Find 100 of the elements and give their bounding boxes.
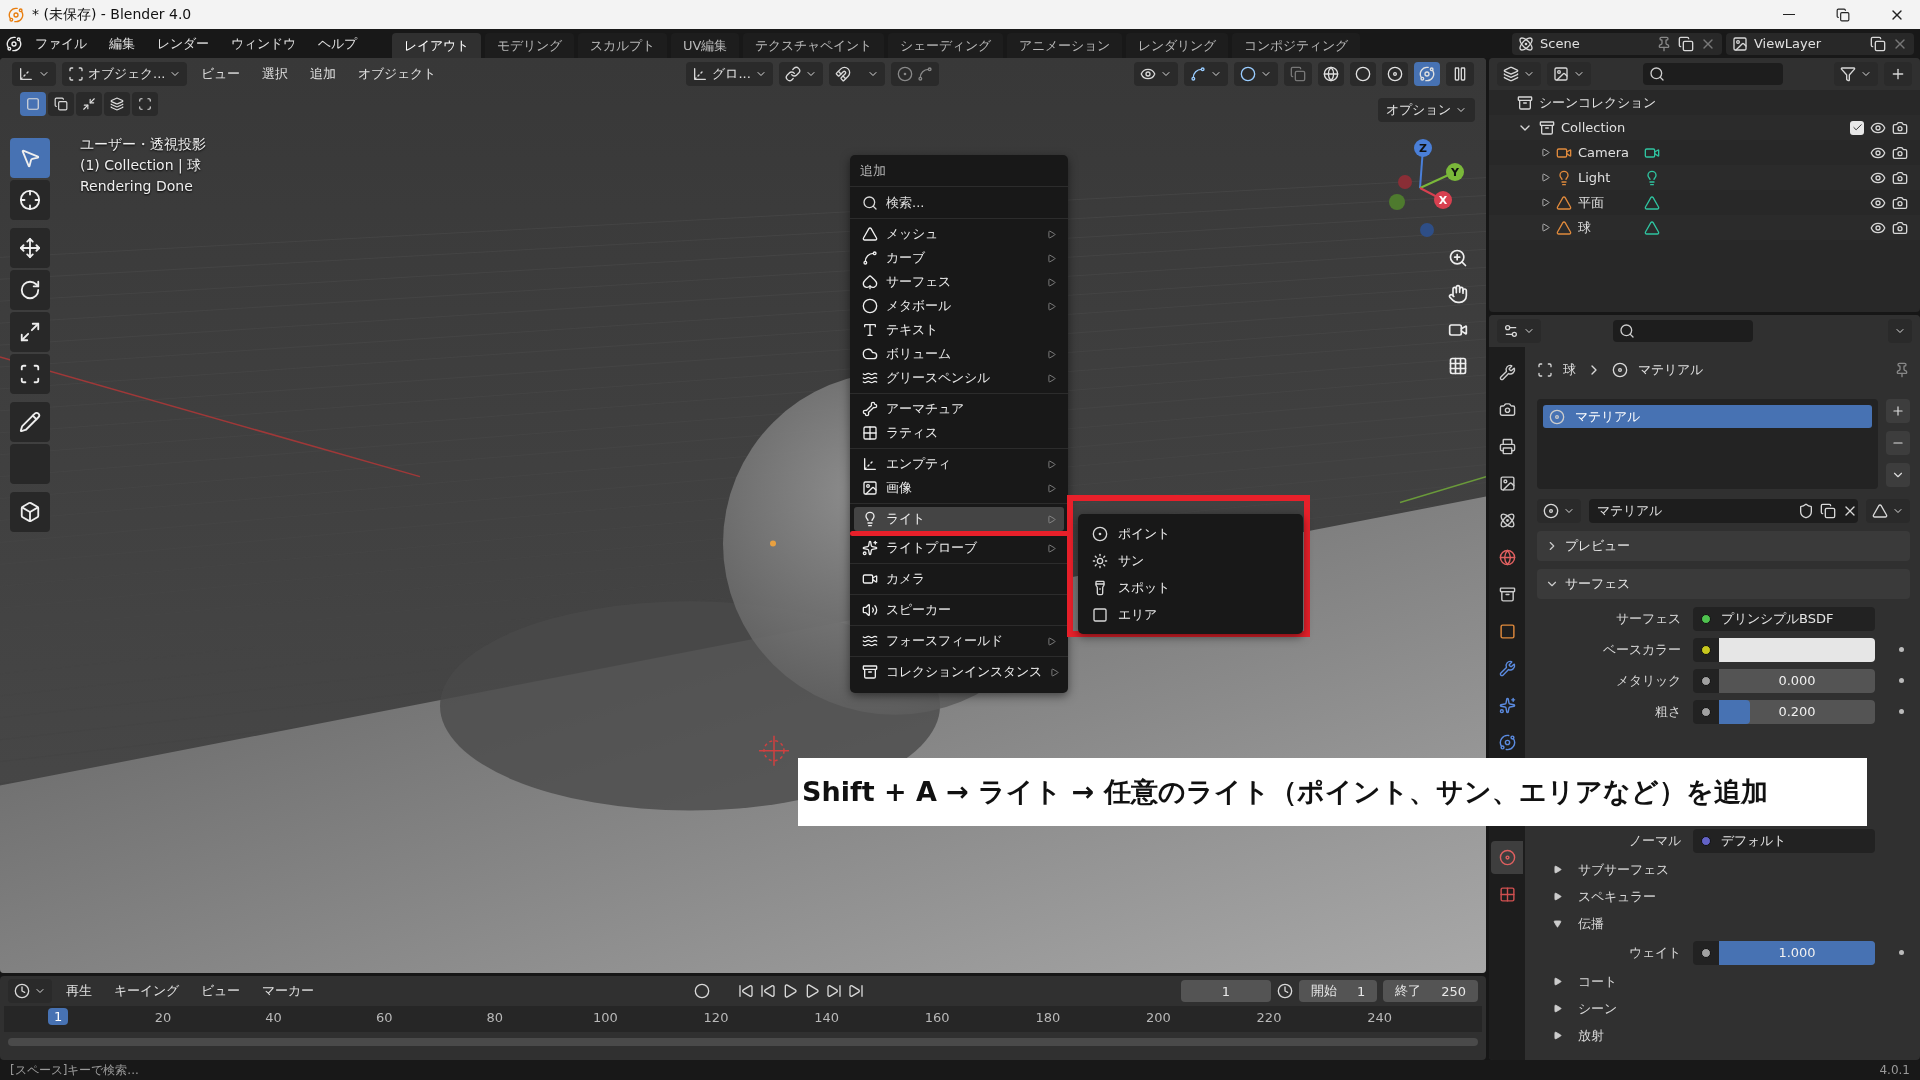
breadcrumb-item: マテリアル [1638, 361, 1703, 379]
menu-item[interactable]: メタボール [854, 294, 1064, 318]
viewport-info-text: (1) Collection | 球 [80, 157, 203, 175]
tree-item[interactable]: シーンコレクション [1539, 93, 1656, 112]
frame-tick-label: 100 [593, 1010, 618, 1025]
frame-tick-label: 40 [265, 1010, 282, 1025]
timeline-menu[interactable]: マーカー [254, 982, 322, 1000]
menu-item[interactable]: ボリューム [854, 342, 1064, 366]
frame-tick-label: 200 [1146, 1010, 1171, 1025]
menu-item[interactable]: グリースペンシル [854, 366, 1064, 390]
timeline-menu[interactable]: キーイング [106, 982, 187, 1000]
menu-item[interactable]: スピーカー [854, 598, 1064, 622]
menu-item[interactable]: レンダー [148, 34, 218, 53]
slider-field[interactable]: 1.000 [1693, 940, 1875, 965]
tree-item[interactable]: Light [1578, 170, 1638, 185]
timeline-menu[interactable]: ビュー [193, 982, 248, 1000]
property-label: 粗さ [1654, 702, 1681, 721]
menu-item[interactable]: フォースフィールド [854, 629, 1064, 653]
menu-search-field[interactable]: 検索... [850, 187, 1068, 219]
panel-header[interactable]: サーフェス [1537, 569, 1910, 599]
frame-tick-label: 240 [1367, 1010, 1392, 1025]
material-name-field[interactable]: マテリアル [1589, 499, 1858, 523]
menu-item[interactable]: 編集 [100, 34, 144, 53]
tree-item[interactable]: Camera [1578, 145, 1638, 160]
property-label: ノーマル [1628, 831, 1681, 850]
orientation-dropdown[interactable]: グロ... [686, 62, 773, 86]
menu-item[interactable]: エンプティ [854, 452, 1064, 476]
viewport-menu[interactable]: ビュー [193, 65, 249, 83]
workspace-tab[interactable]: レンダリング [1126, 33, 1229, 58]
menu-item[interactable]: ファイル [26, 34, 96, 53]
menu-item[interactable]: カメラ [854, 567, 1064, 591]
playhead[interactable]: 1 [48, 1008, 69, 1025]
timeline-menu[interactable]: 再生 [58, 982, 100, 1000]
menu-item[interactable]: カーブ [854, 246, 1064, 270]
panel-header[interactable]: プレビュー [1537, 531, 1910, 561]
menu-item[interactable]: メッシュ [854, 222, 1064, 246]
axis-gizmo[interactable]: Z Y X [1375, 138, 1465, 238]
menu-item[interactable]: ヘルプ [309, 34, 366, 53]
menu-item[interactable]: エリア [1082, 601, 1299, 628]
workspace-tab[interactable]: コンポジティング [1232, 33, 1361, 58]
start-frame-field[interactable]: 開始 1 [1298, 980, 1378, 1002]
frame-tick-label: 120 [703, 1010, 729, 1025]
menu-item[interactable]: ポイント [1082, 520, 1299, 547]
socket-field[interactable]: デフォルト [1693, 828, 1875, 853]
workspace-tab[interactable]: レイアウト [392, 33, 481, 58]
caption-text: Shift + A → ライト → 任意のライト（ポイント、サン、エリアなど）を追加 [798, 758, 1867, 826]
workspace-tab[interactable]: アニメーション [1007, 33, 1123, 58]
subpanel-header[interactable]: 放射 [1537, 1022, 1910, 1049]
frame-ruler[interactable]: 1 20 40 60 80 100 120 140 160 180 200 220 240 [4, 1006, 1482, 1032]
viewport-menu[interactable]: オブジェクト [350, 65, 445, 83]
tree-item[interactable]: Collection [1561, 120, 1626, 135]
socket-field[interactable]: プリンシプルBSDF [1693, 606, 1875, 631]
subpanel-header[interactable]: コート [1537, 968, 1910, 995]
material-slot[interactable]: マテリアル [1543, 405, 1872, 428]
frame-tick-label: 20 [154, 1010, 172, 1025]
workspace-tab[interactable]: UV編集 [671, 33, 740, 58]
subpanel-header[interactable]: 伝播 [1537, 910, 1910, 937]
menu-item[interactable]: ウィンドウ [222, 34, 305, 53]
viewport-info-text: Rendering Done [80, 178, 194, 194]
slider-field[interactable]: 0.200 [1693, 699, 1875, 724]
options-dropdown[interactable]: オプション [1378, 98, 1475, 122]
frame-tick-label: 220 [1256, 1010, 1282, 1025]
property-label: サーフェス [1615, 609, 1681, 628]
mode-dropdown[interactable]: オブジェク... [62, 62, 188, 86]
viewport-menu[interactable]: 追加 [302, 65, 345, 83]
menu-item[interactable]: ライト [854, 507, 1064, 531]
menu-item[interactable]: 画像 [854, 476, 1064, 500]
frame-tick-label: 80 [486, 1010, 504, 1025]
end-frame-field[interactable]: 終了 250 [1383, 980, 1478, 1002]
property-label: メタリック [1615, 671, 1681, 690]
window-title: * (未保存) - Blender 4.0 [32, 5, 193, 24]
menu-title: 追加 [850, 155, 1068, 187]
workspace-tab[interactable]: スカルプト [578, 33, 667, 58]
menu-item[interactable]: アーマチュア [854, 397, 1064, 421]
scene-selector[interactable]: Scene [1512, 32, 1722, 55]
menu-item[interactable]: サーフェス [854, 270, 1064, 294]
menu-item[interactable]: スポット [1082, 574, 1299, 601]
viewport-info-text: ユーザー・透視投影 [80, 136, 206, 154]
view-layer-selector[interactable]: ViewLayer [1726, 32, 1914, 55]
menu-item[interactable]: サン [1082, 547, 1299, 574]
workspace-tab[interactable]: テクスチャペイント [743, 33, 885, 58]
subpanel-header[interactable]: サブサーフェス [1537, 856, 1910, 883]
viewport-menu[interactable]: 選択 [254, 65, 297, 83]
subpanel-header[interactable]: スペキュラー [1537, 883, 1910, 910]
menu-item[interactable]: ライトプローブ [854, 536, 1064, 560]
menu-item[interactable]: ラティス [854, 421, 1064, 445]
breadcrumb-item: 球 [1563, 361, 1576, 379]
frame-tick-label: 60 [375, 1010, 393, 1025]
subpanel-header[interactable]: シーン [1537, 995, 1910, 1022]
tree-item[interactable]: 球 [1578, 218, 1638, 237]
tree-item[interactable]: 平面 [1578, 193, 1638, 212]
frame-tick-label: 160 [924, 1010, 950, 1025]
menu-item[interactable]: コレクションインスタンス [854, 660, 1064, 684]
property-label: ベースカラー [1602, 640, 1681, 659]
property-label: ウェイト [1628, 943, 1681, 962]
menu-item[interactable]: テキスト [854, 318, 1064, 342]
current-frame-field[interactable]: 1 [1180, 980, 1271, 1002]
workspace-tab[interactable]: シェーディング [888, 33, 1004, 58]
workspace-tab[interactable]: モデリング [485, 33, 574, 58]
version-text: 4.0.1 [1879, 1063, 1910, 1077]
